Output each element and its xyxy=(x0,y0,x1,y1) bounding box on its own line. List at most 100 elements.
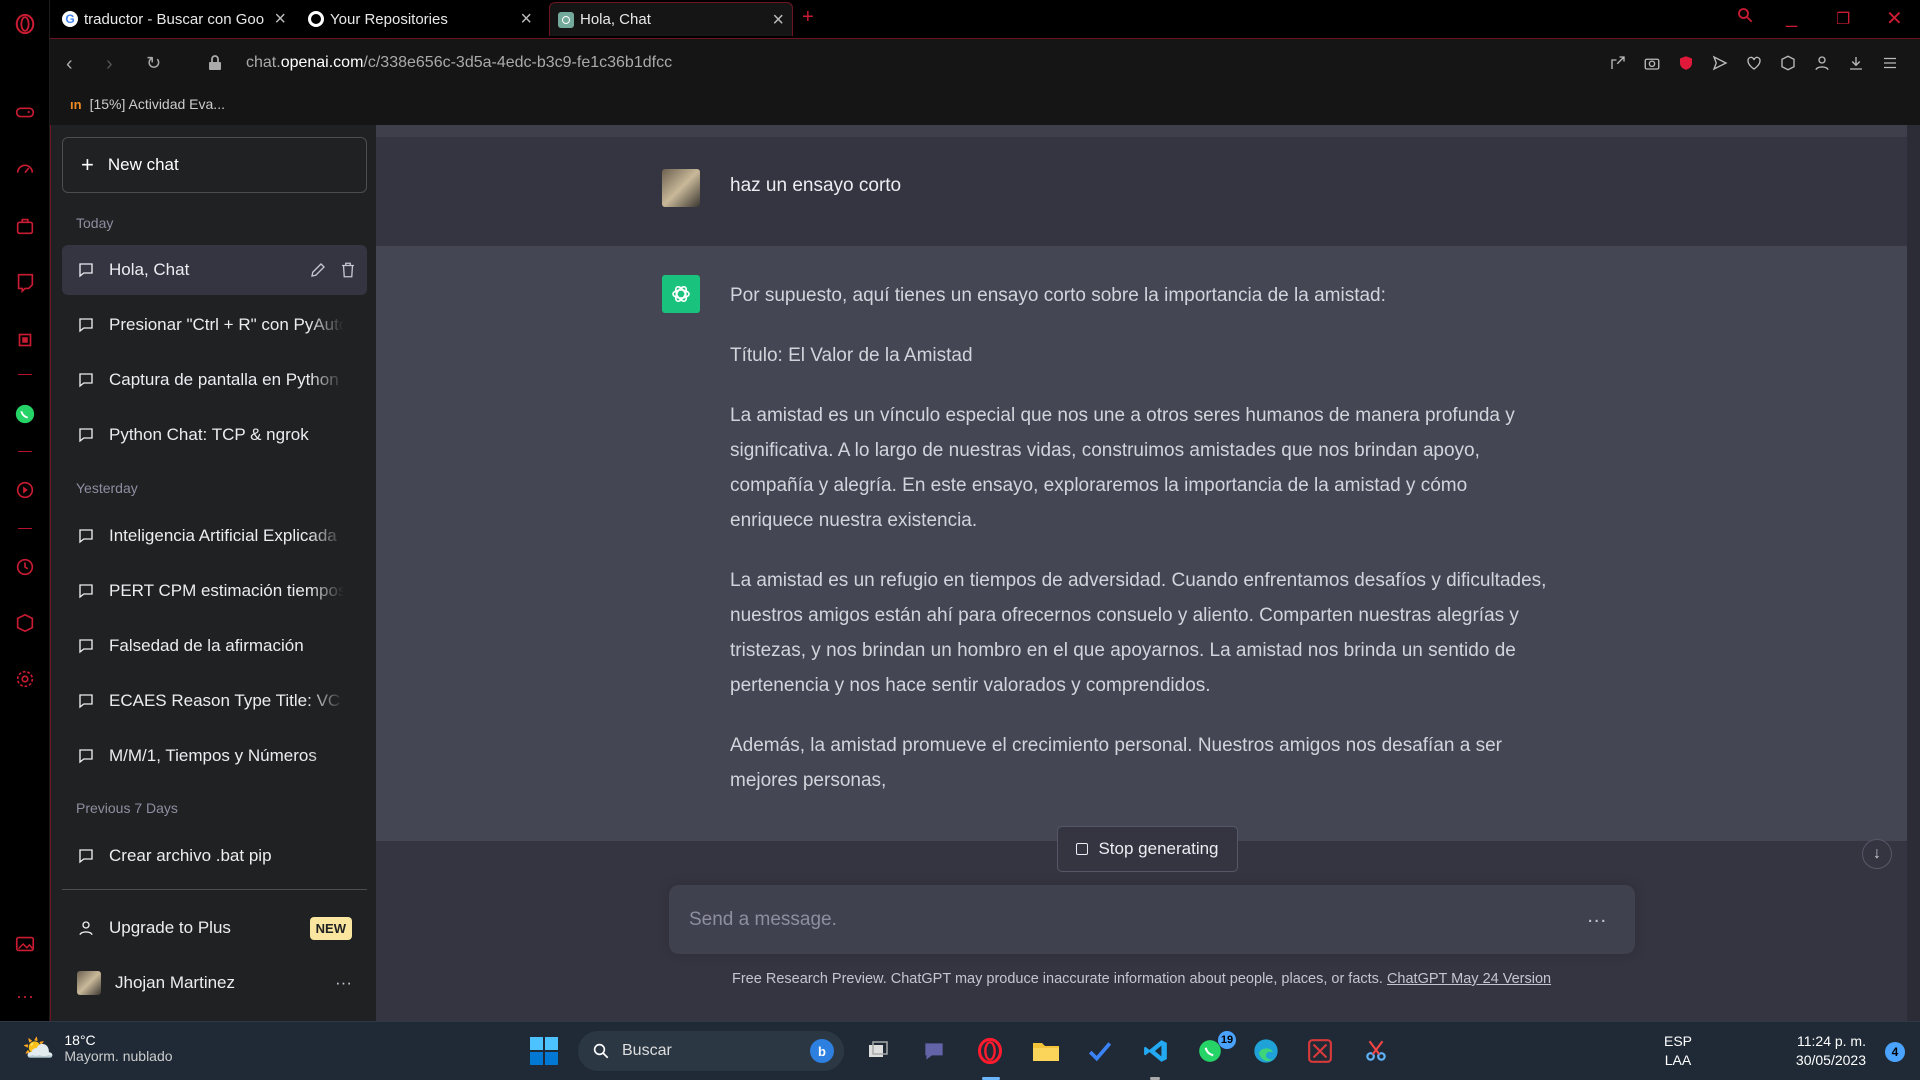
new-badge: NEW xyxy=(309,916,352,940)
assistant-response: Por supuesto, aquí tienes un ensayo cort… xyxy=(730,278,1550,823)
new-chat-label: New chat xyxy=(107,155,179,174)
forward-icon[interactable]: › xyxy=(106,53,113,76)
chat-item-label: ECAES Reason Type Title: VC xyxy=(109,691,341,710)
scroll-down-icon[interactable]: ↓ xyxy=(1862,839,1892,869)
chat-bubble-icon xyxy=(79,318,93,333)
file-explorer-icon[interactable] xyxy=(1030,1035,1062,1067)
opera-logo-icon[interactable] xyxy=(13,12,37,36)
upgrade-to-plus-button[interactable]: Upgrade to Plus NEW xyxy=(62,903,367,953)
close-tab-icon[interactable]: × xyxy=(520,9,532,29)
github-icon xyxy=(308,11,324,27)
address-bar: ‹ › ↻ chat.openai.com/c/338e656c-3d5a-4e… xyxy=(50,38,1920,88)
twitch-icon[interactable] xyxy=(13,270,37,294)
task-view-icon[interactable] xyxy=(862,1035,894,1067)
cloudy-weather-icon: ⛅ xyxy=(22,1032,55,1063)
tab-title: traductor - Buscar con Goo xyxy=(84,10,265,28)
clock[interactable]: 11:24 p. m. 30/05/2023 xyxy=(1796,1032,1866,1070)
chat-bubble-icon xyxy=(79,428,93,443)
chat-bubble-icon xyxy=(79,694,93,709)
chat-item[interactable]: Captura de pantalla en Python xyxy=(62,355,367,405)
chat-item[interactable]: Inteligencia Artificial Explicada xyxy=(62,511,367,561)
chat-bubble-icon xyxy=(79,749,93,764)
search-tabs-icon[interactable] xyxy=(1736,6,1754,30)
whatsapp-icon[interactable] xyxy=(13,402,37,426)
chat-item[interactable]: Crear archivo .bat pip xyxy=(62,831,367,881)
whatsapp-notification-badge: 19 xyxy=(1218,1031,1236,1049)
new-chat-button[interactable]: + New chat xyxy=(62,137,367,193)
snipping-tool-icon[interactable] xyxy=(1360,1035,1392,1067)
settings-icon[interactable] xyxy=(13,667,37,691)
close-tab-icon[interactable]: × xyxy=(274,9,286,29)
extensions-cube-icon[interactable] xyxy=(1778,53,1798,73)
restore-icon[interactable]: ❐ xyxy=(1836,9,1850,29)
chat-item-hola-chat[interactable]: Hola, Chat xyxy=(62,245,367,295)
chat-item[interactable]: Presionar "Ctrl + R" con PyAutoGUI xyxy=(62,300,367,350)
cube-icon[interactable] xyxy=(13,611,37,635)
notification-count-badge[interactable]: 4 xyxy=(1885,1042,1905,1062)
language-indicator[interactable]: ESP LAA xyxy=(1664,1032,1692,1070)
profile-icon[interactable] xyxy=(1812,53,1832,73)
disclaimer-text: Free Research Preview. ChatGPT may produ… xyxy=(732,971,1383,987)
google-icon: G xyxy=(62,11,78,27)
teams-chat-icon[interactable] xyxy=(918,1035,950,1067)
new-tab-icon[interactable]: + xyxy=(802,6,814,29)
url-text[interactable]: chat.openai.com/c/338e656c-3d5a-4edc-b3c… xyxy=(246,54,672,72)
send-icon[interactable] xyxy=(1710,53,1730,73)
vpn-shield-icon[interactable] xyxy=(1676,53,1696,73)
edge-icon[interactable] xyxy=(1250,1035,1282,1067)
scrollbar[interactable] xyxy=(1907,125,1920,1021)
more-options-icon[interactable]: ··· xyxy=(335,973,352,993)
edit-pencil-icon[interactable] xyxy=(309,261,327,279)
close-tab-icon[interactable]: × xyxy=(772,10,784,30)
share-icon[interactable] xyxy=(1608,53,1628,73)
chat-item-label: M/M/1, Tiempos y Números xyxy=(109,746,317,765)
windows-start-icon[interactable] xyxy=(528,1035,560,1067)
more-icon[interactable]: ··· xyxy=(13,984,37,1008)
download-icon[interactable] xyxy=(1846,53,1866,73)
chat-item[interactable]: M/M/1, Tiempos y Números xyxy=(62,731,367,781)
close-window-icon[interactable]: ✕ xyxy=(1886,6,1903,31)
version-link[interactable]: ChatGPT May 24 Version xyxy=(1387,971,1551,987)
taskbar-search[interactable]: Buscar b xyxy=(578,1031,844,1071)
bookmark-item[interactable]: ın [15%] Actividad Eva... xyxy=(70,96,225,112)
opera-taskbar-icon[interactable] xyxy=(974,1035,1006,1067)
minimize-icon[interactable]: _ xyxy=(1786,6,1797,29)
chat-item[interactable]: PERT CPM estimación tiempos xyxy=(62,566,367,616)
message-input[interactable] xyxy=(689,905,1539,935)
avatar xyxy=(77,971,101,995)
chat-item[interactable]: Falsedad de la afirmación xyxy=(62,621,367,671)
tab-github[interactable]: Your Repositories × xyxy=(300,2,540,36)
history-icon[interactable] xyxy=(13,555,37,579)
plus-icon: + xyxy=(81,152,94,177)
delete-trash-icon[interactable] xyxy=(339,261,357,279)
stop-generating-button[interactable]: Stop generating xyxy=(1057,826,1238,872)
reload-icon[interactable]: ↻ xyxy=(146,53,161,74)
back-icon[interactable]: ‹ xyxy=(66,53,73,76)
bag-icon[interactable] xyxy=(13,214,37,238)
heart-icon[interactable] xyxy=(1744,53,1764,73)
weather-widget[interactable]: ⛅ 18°C Mayorm. nublado xyxy=(22,1032,173,1064)
chat-item-label: Inteligencia Artificial Explicada xyxy=(109,526,337,545)
tab-chat[interactable]: Hola, Chat × xyxy=(549,2,793,36)
tab-google[interactable]: G traductor - Buscar con Goo × xyxy=(54,2,294,36)
speedometer-icon[interactable] xyxy=(13,157,37,181)
app-icon[interactable] xyxy=(1304,1035,1336,1067)
camera-icon[interactable] xyxy=(1642,53,1662,73)
user-menu-button[interactable]: Jhojan Martinez ··· xyxy=(62,958,367,1008)
bing-icon[interactable]: b xyxy=(810,1039,834,1063)
todo-check-icon[interactable] xyxy=(1084,1035,1116,1067)
vscode-icon[interactable] xyxy=(1140,1035,1172,1067)
keyboard-layout: LAA xyxy=(1664,1052,1692,1068)
gamepad-icon[interactable] xyxy=(13,100,37,124)
player-icon[interactable] xyxy=(13,478,37,502)
chat-item[interactable]: ECAES Reason Type Title: VC xyxy=(62,676,367,726)
section-yesterday: Yesterday xyxy=(76,480,138,496)
gallery-icon[interactable] xyxy=(13,932,37,956)
chat-item-label: PERT CPM estimación tiempos xyxy=(109,581,344,600)
easy-setup-icon[interactable] xyxy=(1880,53,1900,73)
chat-bubble-icon xyxy=(79,263,93,278)
message-composer: ... xyxy=(669,885,1635,954)
chat-item[interactable]: Python Chat: TCP & ngrok xyxy=(62,410,367,460)
chip-icon[interactable] xyxy=(13,328,37,352)
user-message-text: haz un ensayo corto xyxy=(730,175,902,196)
